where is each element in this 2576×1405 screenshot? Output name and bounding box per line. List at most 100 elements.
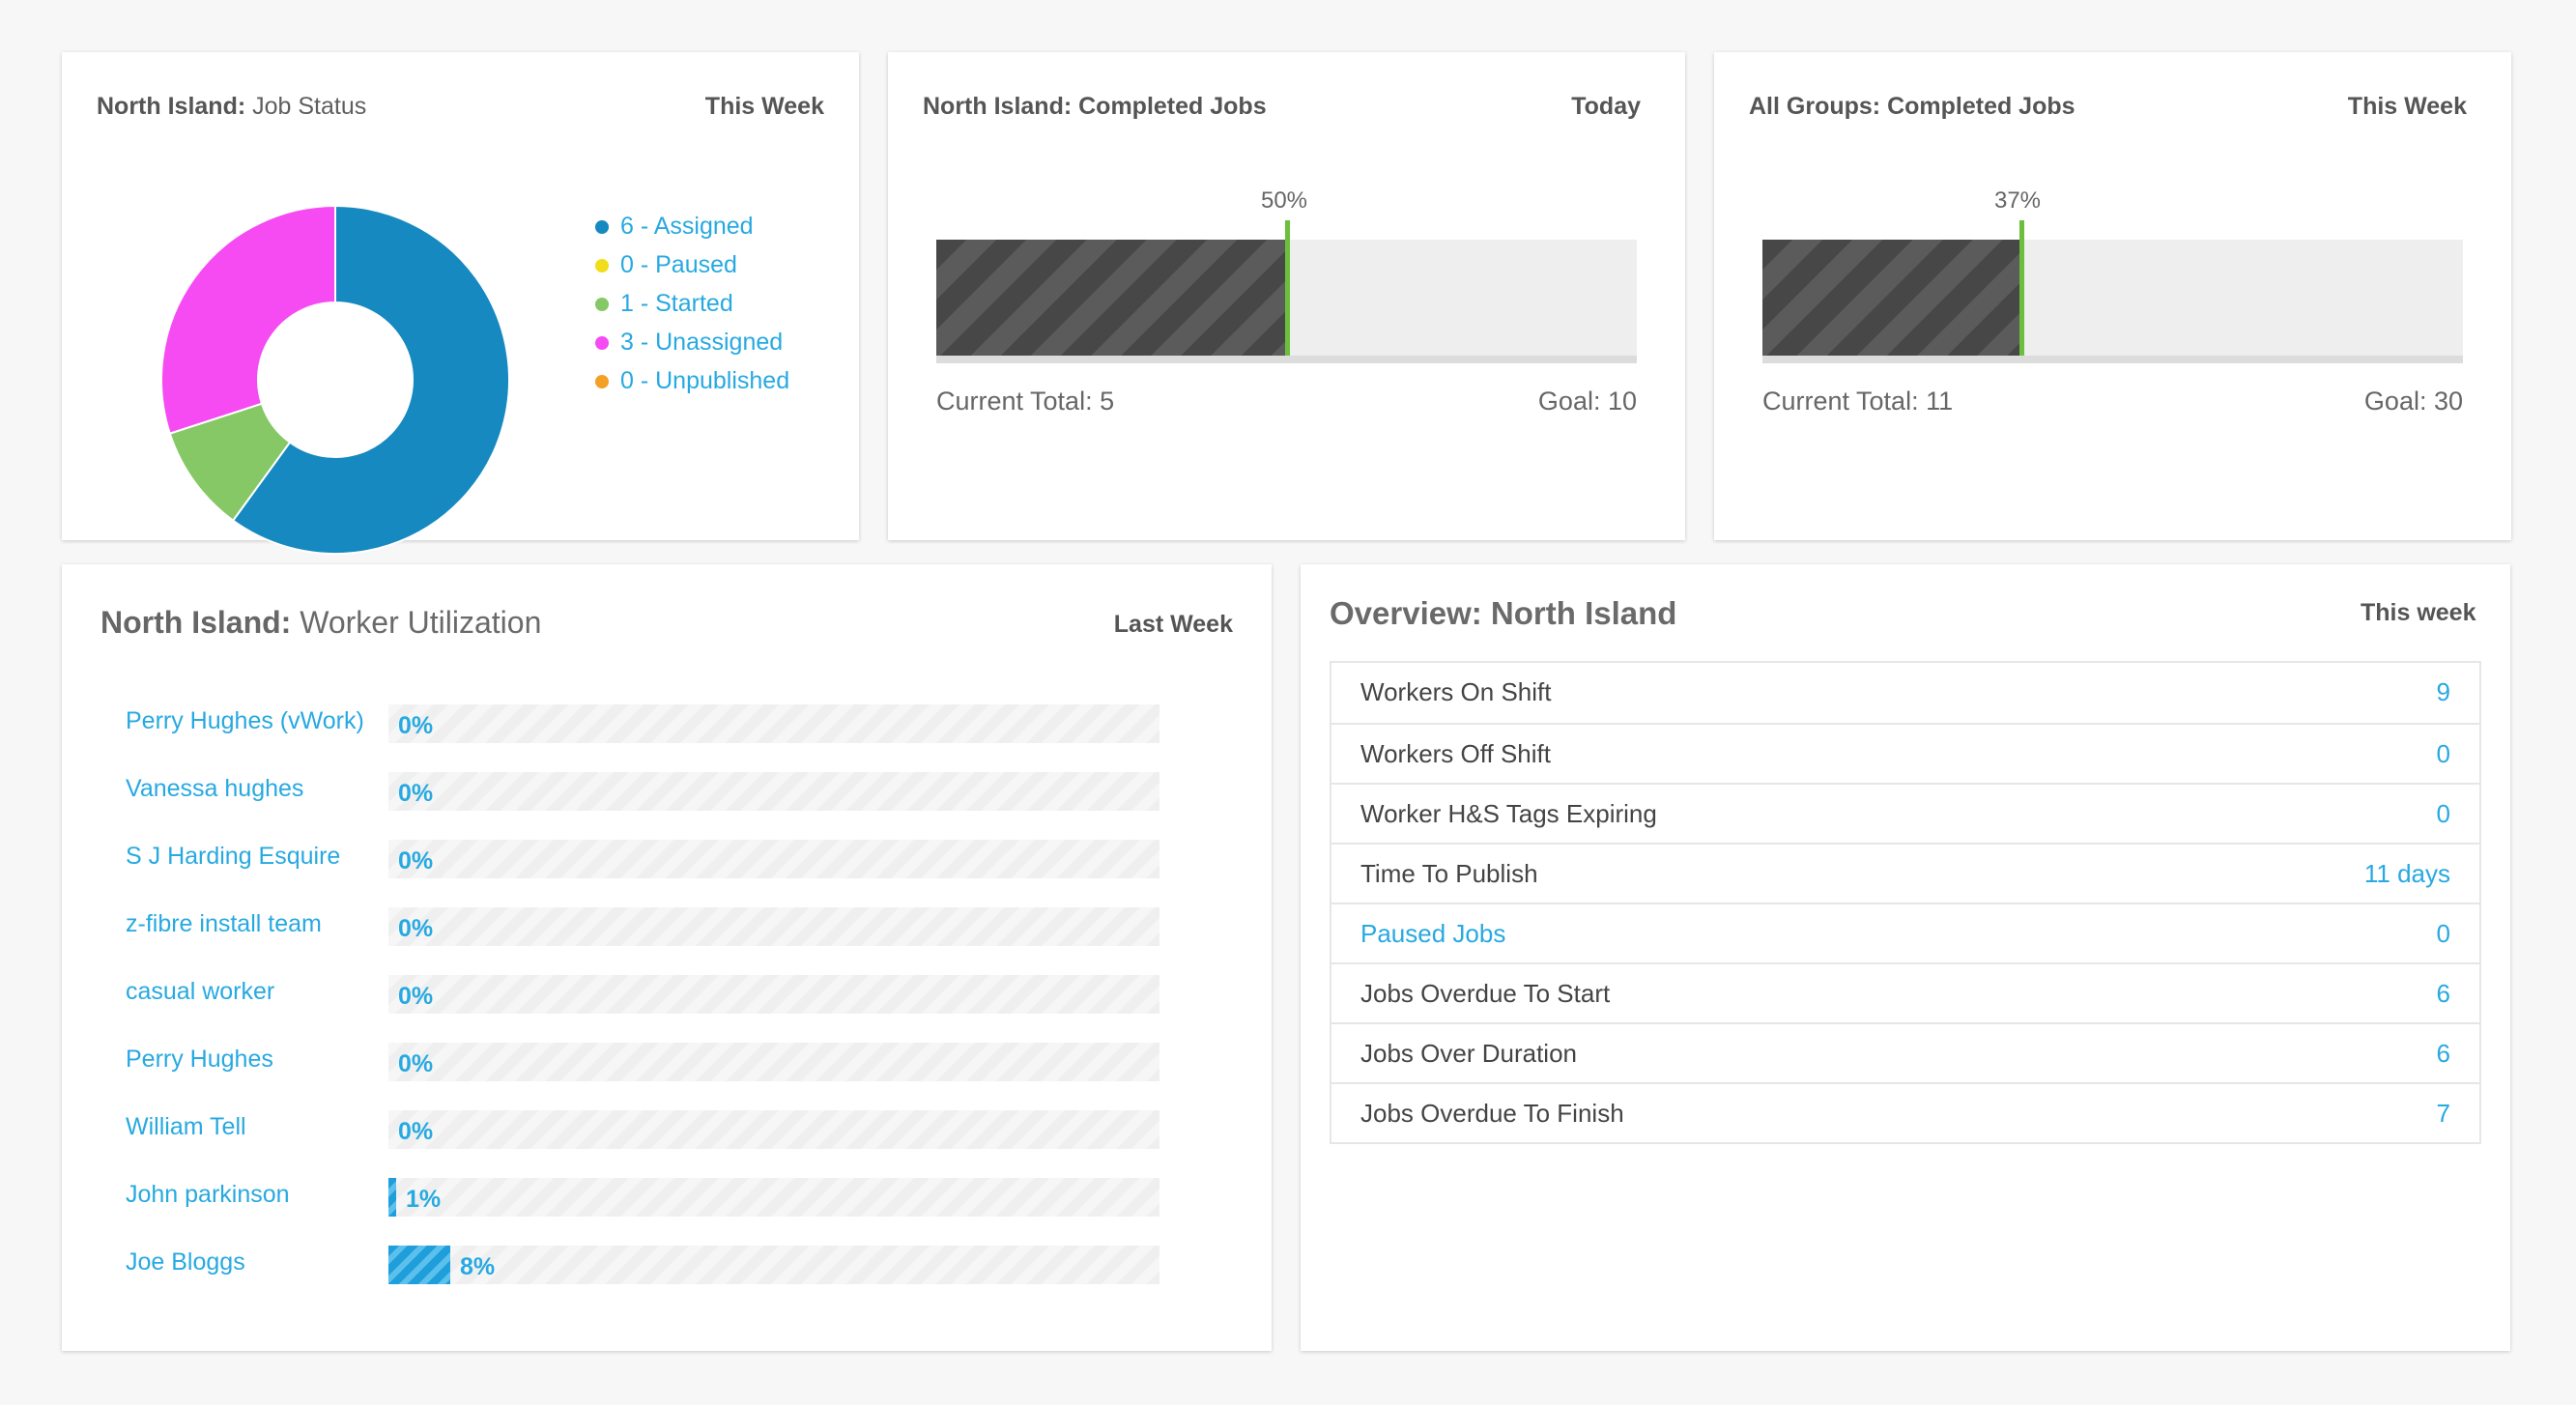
utilization-percent: 0% [398, 847, 434, 875]
completed-week-progress-fill [1762, 240, 2022, 356]
utilization-bar-track [388, 907, 1159, 946]
utilization-percent: 0% [398, 780, 434, 807]
completed-today-period: Today [1571, 93, 1641, 120]
job-status-region: North Island: [97, 93, 246, 120]
worker-name-link[interactable]: casual worker [126, 978, 274, 1006]
utilization-percent: 0% [398, 983, 434, 1010]
worker-name-link[interactable]: Perry Hughes [126, 1046, 273, 1074]
utilization-header: North Island: Worker Utilization [100, 605, 541, 641]
completed-jobs-today-card: North Island: Completed Jobs Today 50% C… [888, 52, 1685, 540]
overview-row[interactable]: Time To Publish 11 days [1331, 843, 2479, 903]
overview-row-label: Workers Off Shift [1360, 739, 1551, 768]
worker-name-link[interactable]: John parkinson [126, 1181, 290, 1209]
overview-row-value-link[interactable]: 0 [2437, 919, 2450, 949]
utilization-bar-track [388, 1043, 1159, 1081]
worker-name-link[interactable]: Joe Bloggs [126, 1248, 245, 1276]
utilization-bar-track [388, 1246, 1159, 1284]
legend-dot-icon [595, 336, 609, 350]
completed-week-period: This Week [2347, 93, 2467, 120]
legend-dot-icon [595, 298, 609, 311]
worker-name-link[interactable]: z-fibre install team [126, 910, 322, 938]
overview-row-label: Jobs Overdue To Finish [1360, 1099, 1624, 1128]
legend-item[interactable]: 1 - Started [595, 284, 789, 323]
legend-item[interactable]: 0 - Unpublished [595, 361, 789, 400]
overview-row-label: Jobs Over Duration [1360, 1039, 1577, 1068]
utilization-region: North Island: [100, 605, 292, 640]
completed-today-progress-track [936, 220, 1637, 363]
utilization-row: z-fibre install team 0% [62, 907, 1333, 948]
overview-row-value-link[interactable]: 7 [2437, 1099, 2450, 1129]
overview-row-value-link[interactable]: 6 [2437, 979, 2450, 1009]
completed-week-region: All Groups: [1749, 93, 1881, 120]
utilization-percent: 8% [460, 1253, 496, 1280]
legend-label: 0 - Paused [620, 251, 737, 278]
overview-row-value-link[interactable]: 9 [2437, 677, 2450, 707]
completed-week-title-link[interactable]: Completed Jobs [1887, 93, 2075, 120]
worker-name-link[interactable]: William Tell [126, 1113, 246, 1141]
donut-slice-unassigned[interactable] [160, 205, 336, 435]
utilization-row: John parkinson 1% [62, 1178, 1333, 1219]
utilization-percent: 0% [398, 1050, 434, 1077]
overview-table: Workers On Shift 9 Workers Off Shift 0 Worke… [1330, 661, 2481, 1144]
worker-name-link[interactable]: S J Harding Esquire [126, 843, 340, 871]
overview-row-label[interactable]: Paused Jobs [1360, 919, 1505, 949]
completed-week-percent: 37% [1993, 187, 2042, 214]
worker-name-link[interactable]: Vanessa hughes [126, 775, 303, 803]
legend-item[interactable]: 3 - Unassigned [595, 323, 789, 361]
utilization-row: William Tell 0% [62, 1110, 1333, 1151]
completed-today-current-total: Current Total: 5 [936, 387, 1115, 416]
overview-row[interactable]: Paused Jobs 0 [1331, 903, 2479, 962]
overview-row[interactable]: Jobs Over Duration 6 [1331, 1022, 2479, 1082]
utilization-title: Worker Utilization [300, 605, 542, 640]
utilization-bar-track [388, 704, 1159, 743]
completed-today-progress-fill [936, 240, 1287, 356]
job-status-legend: 6 - Assigned 0 - Paused 1 - Started 3 - Una… [595, 207, 789, 400]
overview-title: Overview: North Island [1330, 595, 1677, 631]
completed-today-header: North Island: Completed Jobs [923, 93, 1267, 121]
utilization-percent: 0% [398, 1118, 434, 1145]
overview-row-value-link[interactable]: 0 [2437, 739, 2450, 769]
utilization-bar-track [388, 1178, 1159, 1217]
completed-jobs-week-card: All Groups: Completed Jobs This Week 37%… [1714, 52, 2511, 540]
utilization-bar-fill [388, 1178, 396, 1217]
completed-today-progress-marker [1284, 220, 1290, 356]
overview-row-label: Jobs Overdue To Start [1360, 979, 1611, 1008]
legend-item[interactable]: 0 - Paused [595, 245, 789, 284]
completed-today-goal: Goal: 10 [1537, 387, 1637, 416]
legend-dot-icon [595, 220, 609, 234]
utilization-row: S J Harding Esquire 0% [62, 840, 1333, 880]
job-status-card: North Island: Job Status This Week 6 - A… [62, 52, 859, 555]
utilization-bar-fill [388, 1246, 450, 1284]
completed-week-progress-track [1762, 220, 2463, 363]
completed-today-title-link[interactable]: Completed Jobs [1078, 93, 1266, 120]
legend-dot-icon [595, 375, 609, 388]
overview-row-value-link[interactable]: 6 [2437, 1039, 2450, 1069]
utilization-bar-track [388, 840, 1159, 878]
worker-name-link[interactable]: Perry Hughes (vWork) [126, 707, 364, 735]
overview-row-label: Time To Publish [1360, 859, 1538, 888]
completed-week-progress-marker [2019, 220, 2025, 356]
utilization-bar-track [388, 1110, 1159, 1149]
overview-row[interactable]: Workers Off Shift 0 [1331, 723, 2479, 783]
worker-utilization-card: North Island: Worker Utilization Last We… [62, 564, 1272, 1351]
job-status-header: North Island: Job Status [97, 93, 366, 121]
completed-week-current-total: Current Total: 11 [1762, 387, 1954, 416]
utilization-period: Last Week [1113, 611, 1233, 638]
legend-item[interactable]: 6 - Assigned [595, 207, 789, 245]
job-status-donut-chart [160, 205, 510, 555]
utilization-row: Perry Hughes (vWork) 0% [62, 704, 1333, 745]
utilization-row: Perry Hughes 0% [62, 1043, 1333, 1083]
overview-row-value-link[interactable]: 0 [2437, 799, 2450, 829]
completed-week-goal: Goal: 30 [2363, 387, 2463, 416]
overview-row-value-link[interactable]: 11 days [2364, 859, 2450, 889]
completed-today-region: North Island: [923, 93, 1073, 120]
job-status-period: This Week [704, 93, 824, 120]
overview-row[interactable]: Worker H&S Tags Expiring 0 [1331, 783, 2479, 843]
utilization-row: Joe Bloggs 8% [62, 1246, 1333, 1286]
overview-row[interactable]: Jobs Overdue To Start 6 [1331, 962, 2479, 1022]
overview-row[interactable]: Workers On Shift 9 [1331, 663, 2479, 723]
overview-row-label: Workers On Shift [1360, 677, 1552, 706]
overview-period: This week [2361, 599, 2476, 626]
overview-row[interactable]: Jobs Overdue To Finish 7 [1331, 1082, 2479, 1142]
utilization-bar-track [388, 772, 1159, 811]
